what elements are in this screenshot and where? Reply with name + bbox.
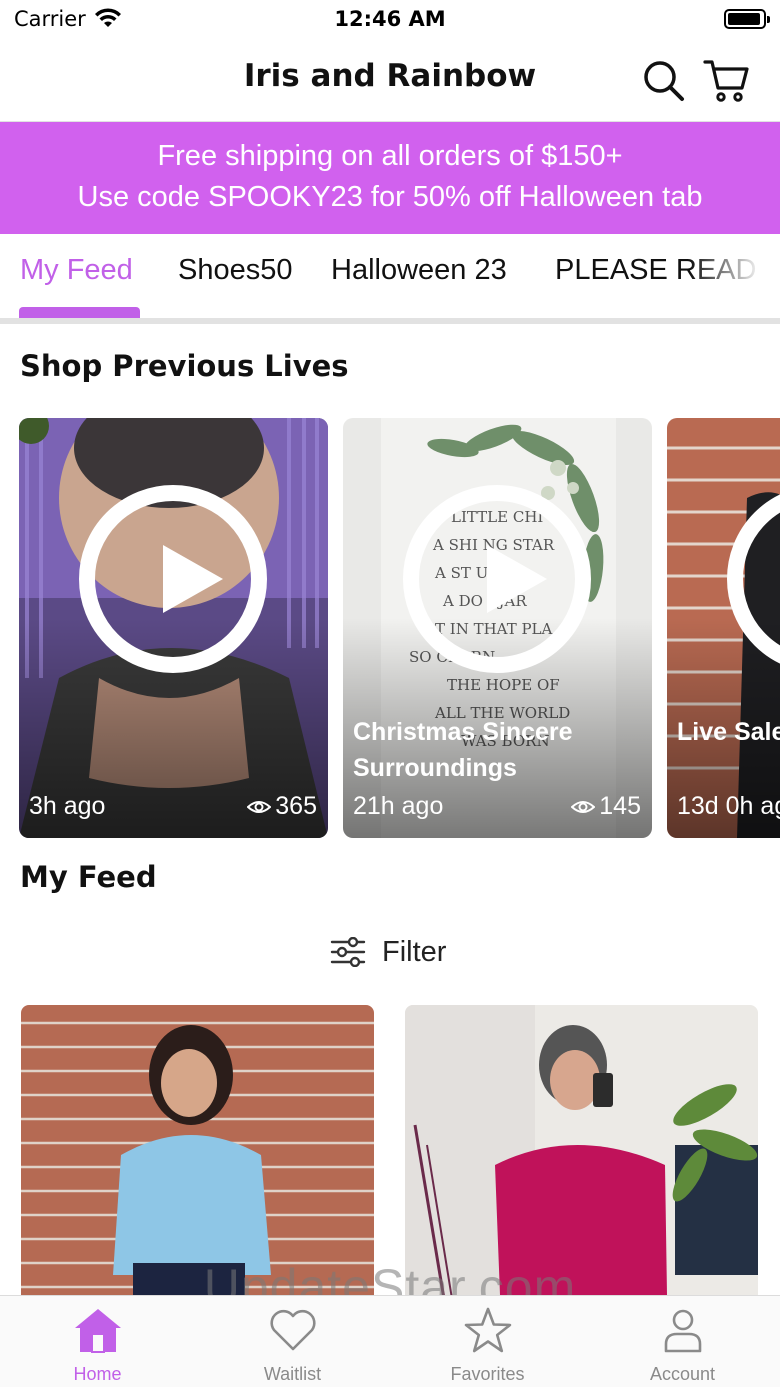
bottom-tab-bar: Home Waitlist Favorites Account xyxy=(0,1295,780,1387)
promo-banner[interactable]: Free shipping on all orders of $150+ Use… xyxy=(0,122,780,234)
sliders-icon xyxy=(330,937,366,967)
tabbar-item-waitlist[interactable]: Waitlist xyxy=(195,1296,390,1387)
tab-halloween-23[interactable]: Halloween 23 xyxy=(331,254,507,287)
play-icon xyxy=(79,485,267,673)
heart-icon xyxy=(270,1309,316,1351)
tabbar-label: Home xyxy=(73,1364,122,1384)
live-view-count: 145 xyxy=(599,792,641,820)
filter-button[interactable]: Filter xyxy=(330,930,446,974)
live-time-ago: 21h ago xyxy=(353,792,444,820)
live-card[interactable]: LITTLE CHI A SHI NG STAR A ST UDE A DO A… xyxy=(343,418,652,838)
live-card[interactable]: Live Sale 10/13/23 13d 0h ago xyxy=(667,418,780,838)
live-views: 365 xyxy=(247,792,317,821)
battery-level xyxy=(728,13,760,25)
my-feed-heading: My Feed xyxy=(20,860,157,894)
live-title: Christmas Sincere Surroundings xyxy=(353,718,573,782)
live-view-count: 365 xyxy=(275,792,317,820)
search-button[interactable] xyxy=(640,56,688,104)
eye-icon xyxy=(571,800,596,813)
play-icon xyxy=(403,485,591,673)
previous-lives-heading: Shop Previous Lives xyxy=(20,349,349,383)
app-header: Iris and Rainbow xyxy=(0,40,780,122)
active-tab-indicator xyxy=(19,307,140,318)
category-tabs: My Feed Shoes50 Halloween 23 PLEASE READ xyxy=(0,234,780,326)
promo-line-2: Use code SPOOKY23 for 50% off Halloween … xyxy=(77,181,703,213)
live-views: 145 xyxy=(571,792,641,821)
search-icon xyxy=(644,61,684,101)
promo-line-1: Free shipping on all orders of $150+ xyxy=(157,140,623,172)
tab-my-feed[interactable]: My Feed xyxy=(20,254,133,287)
clock: 12:46 AM xyxy=(334,7,446,31)
tab-shoes50[interactable]: Shoes50 xyxy=(178,254,293,287)
filter-label: Filter xyxy=(382,935,447,968)
tabbar-label: Account xyxy=(649,1364,716,1384)
tabbar-item-account[interactable]: Account xyxy=(585,1296,780,1387)
eye-icon xyxy=(247,800,272,813)
tabs-fade xyxy=(690,234,780,314)
tabbar-label: Favorites xyxy=(450,1364,525,1384)
cart-button[interactable] xyxy=(702,56,750,104)
live-time-ago: 3h ago xyxy=(29,792,106,820)
person-icon xyxy=(664,1309,702,1353)
status-bar: Carrier 12:46 AM xyxy=(0,0,780,40)
live-title: Live Sale 10/13/23 xyxy=(677,718,780,746)
live-card[interactable]: 3h ago 365 xyxy=(19,418,328,838)
tabs-divider xyxy=(0,318,780,324)
battery-icon xyxy=(724,9,770,29)
live-time-ago: 13d 0h ago xyxy=(677,792,780,820)
home-icon xyxy=(75,1309,121,1353)
previous-lives-carousel[interactable]: 3h ago 365 LITTLE CHI A SHI NG STAR A ST… xyxy=(0,418,780,838)
star-icon xyxy=(464,1307,512,1353)
tabbar-item-favorites[interactable]: Favorites xyxy=(390,1296,585,1387)
tabbar-label: Waitlist xyxy=(263,1364,322,1384)
cart-icon xyxy=(703,60,749,102)
tabbar-item-home[interactable]: Home xyxy=(0,1296,195,1387)
